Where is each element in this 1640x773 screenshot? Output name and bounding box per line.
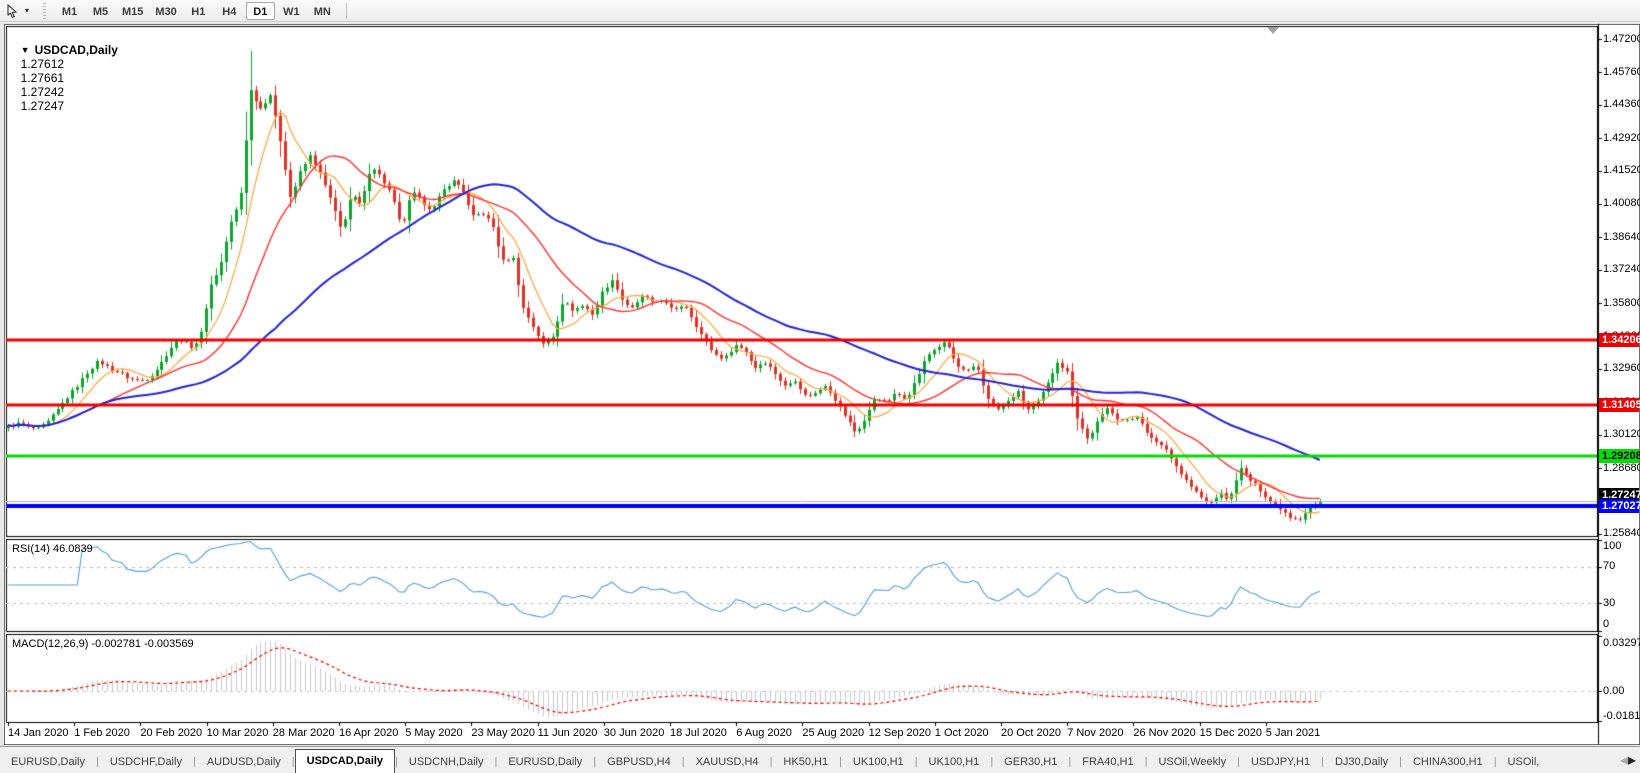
tab-uk100-h1[interactable]: UK100,H1 <box>918 752 991 773</box>
tab-usoil-weekly[interactable]: USOil,Weekly <box>1147 752 1237 773</box>
date-axis-label: 28 Mar 2020 <box>273 727 335 739</box>
date-axis-label: 11 Jun 2020 <box>538 727 598 739</box>
rsi-indicator-label: RSI(14) 46.0839 <box>12 543 93 555</box>
rsi-axis-label: 0 <box>1603 618 1609 631</box>
chart-collapse-icon[interactable]: ▼ <box>21 45 30 55</box>
date-axis-label: 25 Aug 2020 <box>802 727 864 739</box>
price-axis-label: 1.38640 <box>1603 231 1640 244</box>
ohlc-close: 1.27247 <box>21 99 64 113</box>
price-axis-label: 1.40080 <box>1603 197 1640 210</box>
tab-usdcnh-daily[interactable]: USDCNH,Daily <box>398 752 495 773</box>
tab-xauusd-h4[interactable]: XAUUSD,H4 <box>685 752 770 773</box>
chart-symbol-label: USDCAD,Daily <box>35 43 118 57</box>
tab-hk50-h1[interactable]: HK50,H1 <box>772 752 839 773</box>
tab-scroll-right-icon[interactable]: ▸ <box>1628 750 1636 770</box>
price-axis-label: 1.32960 <box>1603 362 1640 375</box>
date-axis-label: 1 Oct 2020 <box>935 727 989 739</box>
date-axis-label: 26 Nov 2020 <box>1133 727 1195 739</box>
price-level-badge: 1.27027 <box>1599 499 1639 513</box>
price-axis-label: 1.44360 <box>1603 98 1640 111</box>
tab-audusd-daily[interactable]: AUDUSD,Daily <box>196 752 292 773</box>
tab-ger30-h1[interactable]: GER30,H1 <box>993 752 1068 773</box>
tab-usdchf-daily[interactable]: USDCHF,Daily <box>99 752 193 773</box>
tab-scroll-left-icon[interactable]: ◂ <box>1620 750 1628 770</box>
date-axis-label: 5 Jan 2021 <box>1266 727 1320 739</box>
date-axis-label: 16 Apr 2020 <box>339 727 398 739</box>
price-level-badge: 1.29208 <box>1599 449 1639 463</box>
date-axis-label: 14 Jan 2020 <box>8 727 69 739</box>
price-axis-label: 1.37240 <box>1603 263 1640 276</box>
tab-dj30-daily[interactable]: DJ30,Daily <box>1324 752 1399 773</box>
tab-usdcad-daily[interactable]: USDCAD,Daily <box>295 749 395 773</box>
tab-china300-h1[interactable]: CHINA300,H1 <box>1402 752 1494 773</box>
tab-fra40-h1[interactable]: FRA40,H1 <box>1071 752 1144 773</box>
tab-eurusd-daily[interactable]: EURUSD,Daily <box>0 752 96 773</box>
price-level-badge: 1.34206 <box>1599 333 1639 347</box>
date-axis-label: 6 Aug 2020 <box>736 727 792 739</box>
ohlc-low: 1.27242 <box>21 85 64 99</box>
rsi-axis-label: 30 <box>1603 597 1615 610</box>
tab-usoil-[interactable]: USOil, <box>1497 752 1551 773</box>
date-axis-label: 18 Jul 2020 <box>670 727 727 739</box>
price-axis-label: 1.45760 <box>1603 66 1640 79</box>
date-axis-label: 20 Oct 2020 <box>1001 727 1061 739</box>
price-axis-label: 1.42920 <box>1603 132 1640 145</box>
price-level-badge: 1.31405 <box>1599 398 1639 412</box>
date-axis-label: 30 Jun 2020 <box>604 727 665 739</box>
rsi-axis-label: 70 <box>1603 560 1615 573</box>
date-axis-label: 1 Feb 2020 <box>74 727 130 739</box>
price-axis-label: 1.28680 <box>1603 462 1640 475</box>
date-axis-label: 10 Mar 2020 <box>207 727 269 739</box>
tab-scroll-buttons: ◂▸ <box>1620 747 1640 773</box>
chart-title: ▼ USDCAD,Daily 1.27612 1.27661 1.27242 1.… <box>14 29 118 113</box>
date-axis-label: 12 Sep 2020 <box>869 727 931 739</box>
tab-eurusd-daily[interactable]: EURUSD,Daily <box>497 752 593 773</box>
tab-uk100-h1[interactable]: UK100,H1 <box>842 752 915 773</box>
price-axis-label: 1.35800 <box>1603 297 1640 310</box>
macd-indicator-label: MACD(12,26,9) -0.002781 -0.003569 <box>12 638 194 650</box>
chart-tab-bar: EURUSD,Daily|USDCHF,Daily|AUDUSD,Daily|U… <box>0 746 1640 773</box>
date-axis-label: 5 May 2020 <box>405 727 462 739</box>
date-axis-label: 23 May 2020 <box>471 727 535 739</box>
tab-gbpusd-h4[interactable]: GBPUSD,H4 <box>596 752 682 773</box>
macd-axis-label: -0.018154 <box>1603 710 1640 723</box>
price-axis-label: 1.30120 <box>1603 428 1640 441</box>
tab-usdjpy-h1[interactable]: USDJPY,H1 <box>1240 752 1321 773</box>
macd-axis-label: 0.032972 <box>1603 637 1640 650</box>
rsi-axis-label: 100 <box>1603 540 1621 553</box>
date-axis-label: 15 Dec 2020 <box>1200 727 1262 739</box>
chart-shift-marker-icon[interactable] <box>1267 27 1279 34</box>
chart-canvas[interactable] <box>0 0 1640 773</box>
macd-axis-label: 0.00 <box>1603 685 1624 698</box>
date-axis-label: 7 Nov 2020 <box>1067 727 1123 739</box>
ohlc-high: 1.27661 <box>21 71 64 85</box>
price-axis-label: 1.47200 <box>1603 33 1640 46</box>
price-axis-label: 1.41520 <box>1603 164 1640 177</box>
ohlc-open: 1.27612 <box>21 57 64 71</box>
date-axis-label: 20 Feb 2020 <box>140 727 202 739</box>
